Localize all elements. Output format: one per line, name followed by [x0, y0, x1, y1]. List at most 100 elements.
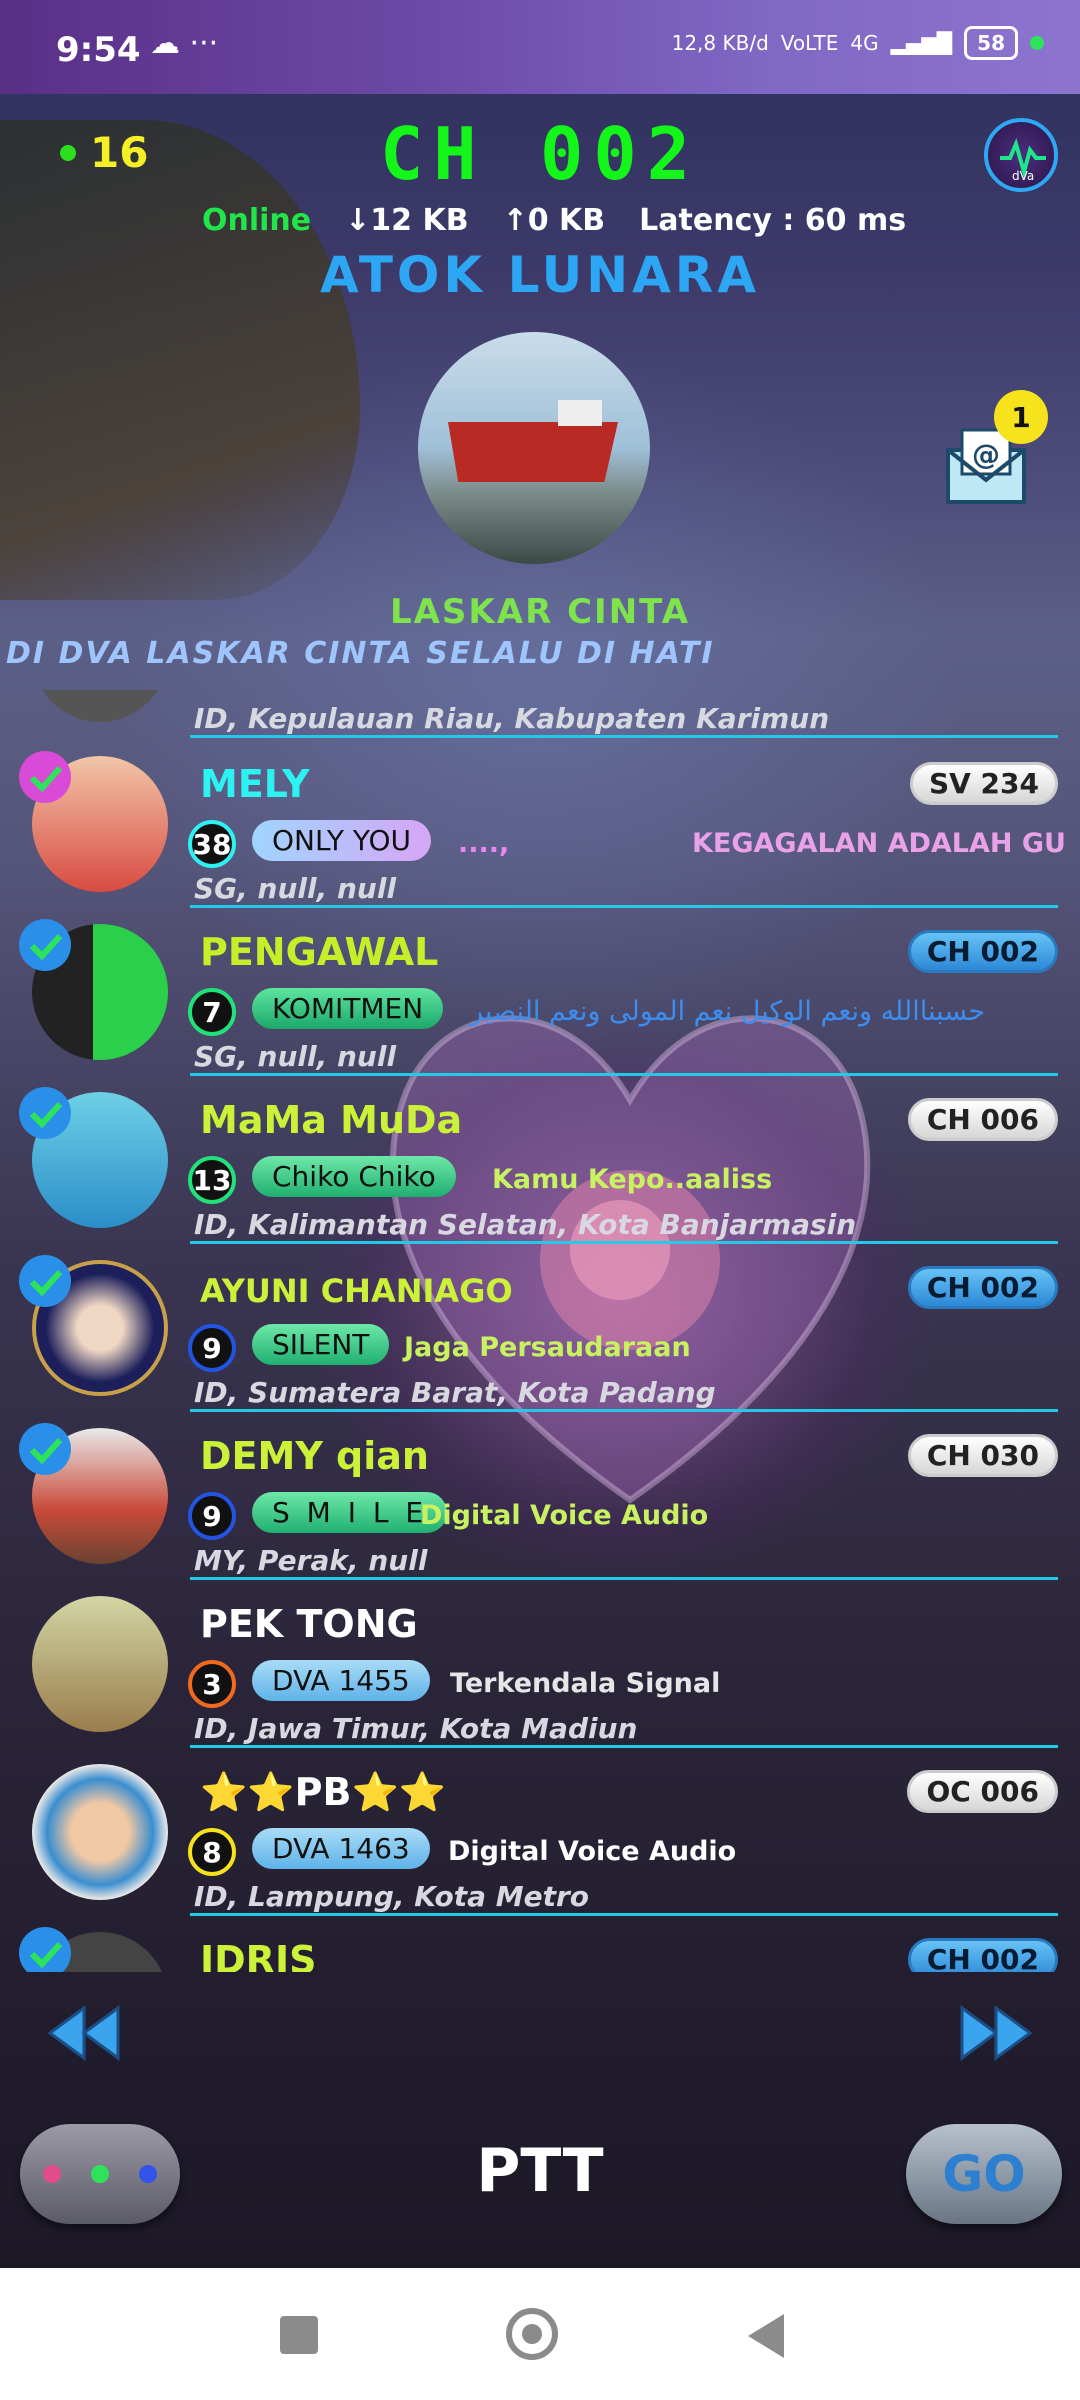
- previous-channel-icon[interactable]: [46, 2004, 122, 2062]
- system-navigation-bar: [0, 2268, 1080, 2400]
- ship-deck: [558, 400, 602, 426]
- svg-text:@: @: [972, 438, 1000, 471]
- user-list[interactable]: ID, Kepulauan Riau, Kabupaten Karimun ME…: [0, 690, 1080, 1972]
- user-message: Digital Voice Audio: [448, 1836, 737, 1867]
- user-tag: KOMITMEN: [252, 988, 444, 1029]
- user-message: KEGAGALAN ADALAH GU: [692, 828, 1066, 859]
- back-icon[interactable]: [748, 2314, 784, 2358]
- user-channel-badge[interactable]: OC 006: [907, 1770, 1058, 1813]
- latency-stat: Latency : 60 ms: [639, 203, 907, 238]
- user-tag: SILENT: [252, 1324, 390, 1365]
- user-location: ID, Kepulauan Riau, Kabupaten Karimun: [194, 702, 830, 735]
- user-row-pek-tong[interactable]: PEK TONG 3 DVA 1455 Terkendala Signal ID…: [0, 1580, 1080, 1748]
- battery-icon: 58: [964, 26, 1018, 60]
- room-name: ATOK LUNARA: [320, 246, 760, 304]
- download-value: 12 KB: [370, 203, 469, 238]
- user-name: IDRIS: [200, 1938, 317, 1972]
- user-location: ID, Kalimantan Selatan, Kota Banjarmasin: [194, 1208, 857, 1241]
- volte-icon: VoLTE: [780, 31, 839, 55]
- channel-display[interactable]: CH 002: [0, 112, 1080, 196]
- user-level: 38: [188, 820, 236, 868]
- avatar: [32, 1596, 168, 1732]
- upload-arrow-icon: ↑: [502, 203, 528, 238]
- user-tag: Chiko Chiko: [252, 1156, 456, 1197]
- user-level: 9: [188, 1492, 236, 1540]
- avatar: [32, 1764, 168, 1900]
- row-divider: [190, 735, 1058, 738]
- user-name: MaMa MuDa: [200, 1098, 463, 1142]
- user-status: ....,: [458, 828, 510, 859]
- room-avatar[interactable]: [418, 332, 650, 564]
- verified-badge-icon: [19, 1087, 71, 1139]
- upload-stat: ↑0 KB: [503, 203, 606, 238]
- verified-badge-icon: [19, 1255, 71, 1307]
- running-text: DI DVA LASKAR CINTA SELALU DI HATI: [6, 636, 715, 671]
- connection-stats: Online ↓12 KB ↑0 KB Latency : 60 ms: [202, 203, 906, 238]
- user-name: DEMY qian: [200, 1434, 429, 1478]
- user-level: 13: [188, 1156, 236, 1204]
- go-button[interactable]: GO: [906, 2124, 1062, 2224]
- status-time: 9:54: [56, 30, 141, 70]
- download-stat: ↓12 KB: [345, 203, 468, 238]
- user-tag: ONLY YOU: [252, 820, 431, 861]
- user-tag: DVA 1463: [252, 1828, 430, 1869]
- user-channel-badge[interactable]: CH 006: [907, 1098, 1058, 1141]
- verified-badge-icon: [19, 1927, 71, 1972]
- network-type: 4G: [850, 31, 879, 55]
- user-message: Terkendala Signal: [450, 1668, 721, 1699]
- user-channel-badge[interactable]: SV 234: [909, 762, 1058, 805]
- user-message: حسبناالله ونعم الوكيل نعم المولى ونعم ال…: [470, 996, 986, 1027]
- user-level: 3: [188, 1660, 236, 1708]
- recent-apps-icon[interactable]: [280, 2316, 318, 2354]
- verified-badge-icon: [19, 751, 71, 803]
- user-row-partial[interactable]: ID, Kepulauan Riau, Kabupaten Karimun: [0, 690, 1080, 738]
- verified-badge-icon: [19, 1423, 71, 1475]
- user-name: ⭐⭐PB⭐⭐: [200, 1770, 447, 1814]
- user-message: Digital Voice Audio: [420, 1500, 709, 1531]
- user-name: PEK TONG: [200, 1602, 418, 1646]
- home-icon[interactable]: [506, 2308, 558, 2360]
- user-location: ID, Sumatera Barat, Kota Padang: [194, 1376, 716, 1409]
- user-message: Jaga Persaudaraan: [404, 1332, 691, 1363]
- user-location: MY, Perak, null: [194, 1544, 428, 1577]
- user-name: PENGAWAL: [200, 930, 439, 974]
- verified-badge-icon: [19, 919, 71, 971]
- user-row-pengawal[interactable]: PENGAWAL CH 002 7 KOMITMEN حسبناالله ونع…: [0, 908, 1080, 1076]
- user-level: 7: [188, 988, 236, 1036]
- user-location: ID, Lampung, Kota Metro: [194, 1880, 590, 1913]
- svg-text:dVa: dVa: [1012, 169, 1034, 183]
- user-row-mama-muda[interactable]: MaMa MuDa CH 006 13 Chiko Chiko Kamu Kep…: [0, 1076, 1080, 1244]
- upload-value: 0 KB: [527, 203, 606, 238]
- status-notification-icons: ☁ ···: [150, 26, 219, 61]
- user-message: Kamu Kepo..aaliss: [492, 1164, 773, 1195]
- status-right: 12,8 KB/d VoLTE 4G ▂▄▆█ 58: [672, 26, 1044, 60]
- user-channel-badge[interactable]: CH 002: [907, 1938, 1058, 1972]
- user-channel-badge[interactable]: CH 002: [907, 930, 1058, 973]
- user-level: 8: [188, 1828, 236, 1876]
- user-channel-badge[interactable]: CH 030: [907, 1434, 1058, 1477]
- ship-image: [448, 422, 618, 482]
- user-row-pb[interactable]: ⭐⭐PB⭐⭐ OC 006 8 DVA 1463 Digital Voice A…: [0, 1748, 1080, 1916]
- user-channel-badge[interactable]: CH 002: [907, 1266, 1058, 1309]
- online-status: Online: [202, 203, 312, 238]
- user-tag: DVA 1455: [252, 1660, 430, 1701]
- next-channel-icon[interactable]: [958, 2004, 1034, 2062]
- user-level: 9: [188, 1324, 236, 1372]
- user-row-demy-qian[interactable]: DEMY qian CH 030 9 S M I L E Digital Voi…: [0, 1412, 1080, 1580]
- user-location: SG, null, null: [194, 1040, 397, 1073]
- group-name: LASKAR CINTA: [389, 592, 691, 632]
- user-row-ayuni-chaniago[interactable]: AYUNI CHANIAGO CH 002 9 SILENT Jaga Pers…: [0, 1244, 1080, 1412]
- signal-icon: ▂▄▆█: [890, 31, 953, 55]
- status-bar: 9:54 ☁ ··· 12,8 KB/d VoLTE 4G ▂▄▆█ 58: [0, 0, 1080, 94]
- user-row-idris[interactable]: IDRIS CH 002: [0, 1916, 1080, 1972]
- net-speed: 12,8 KB/d: [671, 31, 769, 55]
- download-arrow-icon: ↓: [345, 203, 371, 238]
- user-name: MELY: [200, 762, 310, 806]
- user-location: SG, null, null: [194, 872, 397, 905]
- avatar: [32, 690, 168, 722]
- user-location: ID, Jawa Timur, Kota Madiun: [194, 1712, 638, 1745]
- mail-badge: 1: [994, 390, 1048, 444]
- user-row-mely[interactable]: MELY SV 234 38 ONLY YOU ...., KEGAGALAN …: [0, 740, 1080, 908]
- app-logo-icon[interactable]: dVa: [984, 118, 1058, 192]
- user-tag: S M I L E: [252, 1492, 448, 1533]
